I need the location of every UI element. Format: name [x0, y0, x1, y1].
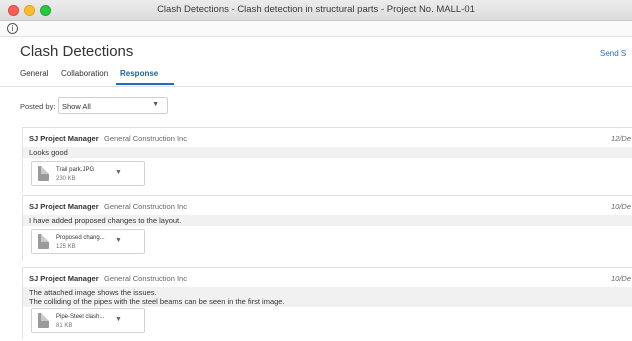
info-bar: i — [0, 21, 632, 37]
file-icon — [38, 166, 49, 181]
chevron-down-icon: ▼ — [152, 101, 159, 108]
attachment-chip[interactable]: Pipe-Steel clash... 81 KB ▼ — [31, 308, 145, 333]
file-icon — [38, 313, 49, 328]
chevron-down-icon[interactable]: ▼ — [115, 316, 122, 323]
attachment-chip[interactable]: Proposed chang... 125 KB ▼ — [31, 229, 145, 254]
response-header: SJ Project Manager General Construction … — [23, 128, 632, 145]
response-author: SJ Project Manager — [29, 202, 99, 211]
info-icon[interactable]: i — [7, 23, 18, 34]
attachment-chip[interactable]: Trail park.JPG 230 KB ▼ — [31, 161, 145, 186]
posted-by-label: Posted by: — [20, 102, 56, 111]
attachment-size: 230 KB — [56, 176, 76, 182]
response-date: 10/De — [611, 202, 632, 211]
chevron-down-icon[interactable]: ▼ — [115, 237, 122, 244]
message-line: The attached image shows the issues. — [29, 288, 157, 297]
attachment-size: 125 KB — [56, 244, 76, 250]
attachment-size: 81 KB — [56, 323, 73, 329]
tab-general[interactable]: General — [20, 69, 48, 78]
response-company: General Construction Inc — [104, 274, 187, 283]
page-title: Clash Detections — [20, 43, 134, 60]
response-card: SJ Project Manager General Construction … — [22, 267, 632, 339]
tab-collaboration[interactable]: Collaboration — [61, 69, 108, 78]
message-line: The colliding of the pipes with the stee… — [29, 297, 285, 306]
message-line: I have added proposed changes to the lay… — [29, 216, 182, 225]
active-tab-indicator — [116, 83, 174, 85]
posted-by-value: Show All — [62, 102, 91, 111]
response-date: 12/De — [611, 134, 632, 143]
window-titlebar: Clash Detections - Clash detection in st… — [0, 0, 632, 21]
response-company: General Construction Inc — [104, 134, 187, 143]
send-link[interactable]: Send S — [600, 49, 626, 58]
response-card: SJ Project Manager General Construction … — [22, 195, 632, 261]
response-message: I have added proposed changes to the lay… — [23, 215, 632, 226]
response-header: SJ Project Manager General Construction … — [23, 196, 632, 213]
response-header: SJ Project Manager General Construction … — [23, 268, 632, 285]
response-message: The attached image shows the issues. The… — [23, 287, 632, 307]
attachment-name: Proposed chang... — [56, 235, 105, 241]
chevron-down-icon[interactable]: ▼ — [115, 169, 122, 176]
message-line: Looks good — [29, 148, 68, 157]
response-company: General Construction Inc — [104, 202, 187, 211]
tab-response[interactable]: Response — [120, 69, 158, 78]
file-icon — [38, 234, 49, 249]
response-date: 10/De — [611, 274, 632, 283]
response-author: SJ Project Manager — [29, 274, 99, 283]
posted-by-select[interactable]: Show All ▼ — [58, 97, 168, 114]
response-message: Looks good — [23, 147, 632, 158]
attachment-name: Pipe-Steel clash... — [56, 314, 105, 320]
tabs-divider — [0, 86, 632, 87]
response-author: SJ Project Manager — [29, 134, 99, 143]
attachment-name: Trail park.JPG — [56, 167, 95, 173]
response-card: SJ Project Manager General Construction … — [22, 127, 632, 193]
window-title: Clash Detections - Clash detection in st… — [157, 4, 475, 15]
